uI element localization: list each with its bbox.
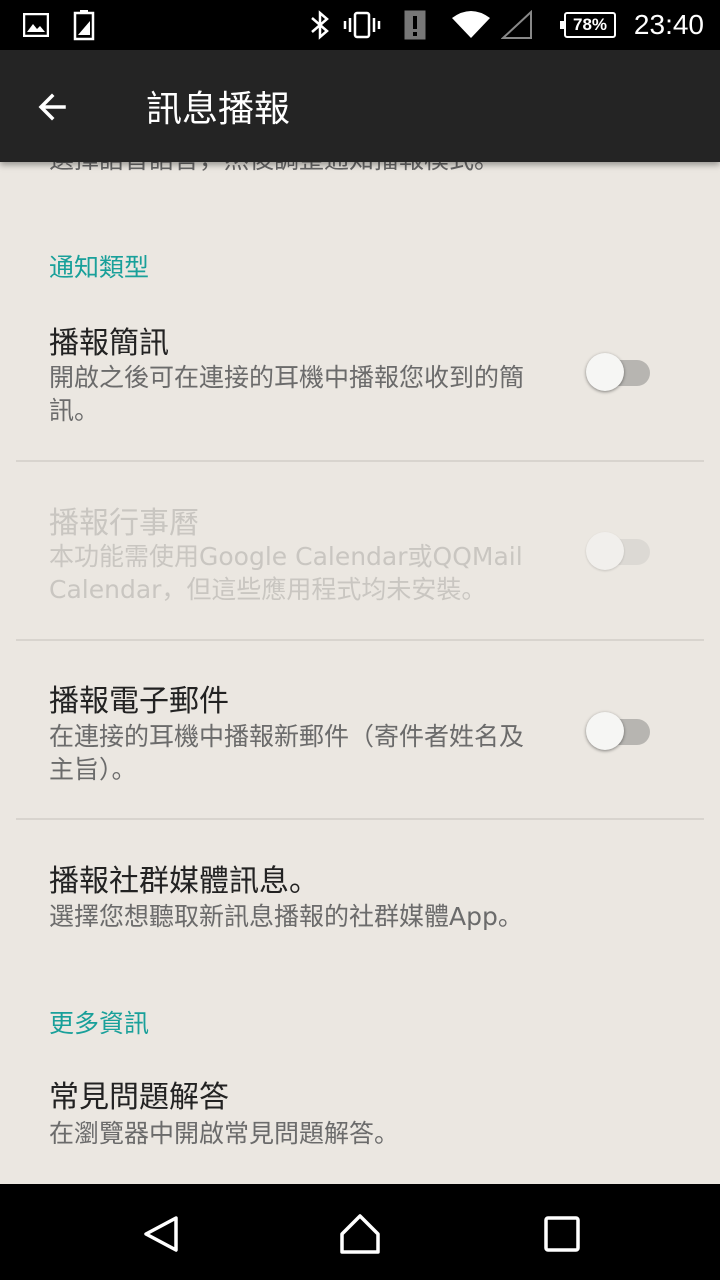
pref-summary: 在瀏覽器中開啟常見問題解答。 bbox=[49, 1119, 400, 1148]
section-header-more-info: 更多資訊 bbox=[49, 1009, 150, 1038]
email-toggle[interactable] bbox=[586, 711, 650, 751]
calendar-toggle bbox=[586, 531, 650, 571]
back-triangle-icon[interactable] bbox=[140, 1212, 184, 1256]
wifi-icon bbox=[450, 8, 492, 42]
recents-icon[interactable] bbox=[540, 1212, 584, 1256]
bluetooth-icon bbox=[306, 8, 334, 42]
back-arrow-icon[interactable] bbox=[30, 84, 80, 130]
pref-title: 播報電子郵件 bbox=[49, 684, 229, 719]
home-icon[interactable] bbox=[338, 1212, 382, 1256]
alert-icon bbox=[401, 8, 429, 42]
settings-list[interactable]: 選擇語音語言，然後調整通知播報模式。 通知類型 播報簡訊 開啟之後可在連接的耳機… bbox=[0, 162, 720, 1184]
pref-summary: 開啟之後可在連接的耳機中播報您收到的簡訊。 bbox=[49, 363, 525, 425]
pref-title: 常見問題解答 bbox=[49, 1080, 229, 1115]
pref-title: 播報行事曆 bbox=[49, 506, 199, 541]
pref-title: 播報簡訊 bbox=[49, 326, 169, 361]
battery-indicator: 78% bbox=[560, 12, 616, 38]
divider bbox=[16, 639, 704, 641]
vibrate-icon bbox=[342, 8, 382, 42]
cut-off-summary: 選擇語音語言，然後調整通知播報模式。 bbox=[49, 162, 499, 176]
status-bar: 78% 23:40 bbox=[0, 0, 720, 50]
section-header-notification-types: 通知類型 bbox=[49, 253, 150, 282]
page-title: 訊息播報 bbox=[146, 89, 291, 130]
image-icon bbox=[22, 8, 50, 42]
clock: 23:40 bbox=[633, 9, 704, 40]
pref-summary: 在連接的耳機中播報新郵件（寄件者姓名及主旨）。 bbox=[49, 722, 525, 784]
divider bbox=[16, 818, 704, 820]
sms-toggle[interactable] bbox=[586, 352, 650, 392]
navigation-bar bbox=[0, 1184, 720, 1280]
pref-summary: 本功能需使用Google Calendar或QQMail Calendar，但這… bbox=[49, 542, 523, 604]
pref-title: 播報社群媒體訊息。 bbox=[49, 864, 319, 899]
divider bbox=[16, 460, 704, 462]
sim-icon bbox=[72, 8, 96, 42]
pref-summary: 選擇您想聽取新訊息播報的社群媒體App。 bbox=[49, 902, 523, 931]
app-bar: 訊息播報 bbox=[0, 50, 720, 162]
signal-icon bbox=[500, 8, 534, 42]
